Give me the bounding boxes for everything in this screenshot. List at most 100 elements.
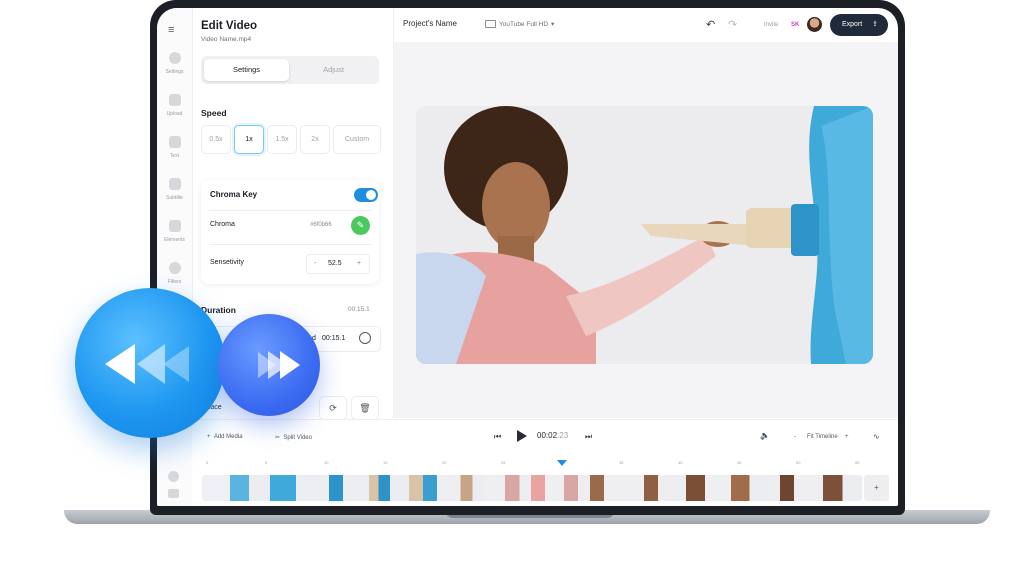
filter-icon [168, 262, 181, 274]
rail-item-subtitle[interactable]: Subtitle [157, 178, 192, 201]
format-label: YouTube Full HD [499, 21, 549, 28]
clip-thumbnail [766, 475, 813, 501]
sensitivity-stepper[interactable]: - 52.5 + [306, 254, 370, 274]
redo-icon[interactable]: ↷ [728, 18, 737, 31]
delete-button[interactable]: 🗑 [351, 396, 379, 420]
rail-label: Subtitle [166, 195, 183, 201]
video-frame-image [416, 106, 873, 364]
chevron-down-icon: ▾ [551, 21, 555, 28]
clip-thumbnail [484, 475, 531, 501]
gear-icon [168, 52, 181, 64]
speed-option-1-5x[interactable]: 1.5x [267, 125, 297, 154]
image-icon [168, 94, 181, 106]
speed-label: Speed [201, 108, 227, 118]
fast-forward-icon[interactable]: ⏭ [585, 432, 592, 442]
tick-label: 10 [324, 460, 329, 465]
undo-icon[interactable]: ↶ [706, 18, 715, 31]
sensitivity-value: 52.5 [328, 260, 342, 267]
tick-label: 20 [442, 460, 447, 465]
panel-title: Edit Video [201, 20, 258, 32]
clip-thumbnail [343, 475, 390, 501]
stopwatch-icon[interactable] [359, 332, 371, 344]
tab-adjust[interactable]: Adjust [291, 59, 376, 81]
duration-total: 00:15.1 [348, 306, 370, 313]
text-icon [168, 136, 181, 148]
speed-option-1x[interactable]: 1x [234, 125, 264, 154]
avatar[interactable] [807, 17, 822, 32]
upload-icon: ⇪ [872, 21, 878, 28]
user-initials[interactable]: SK [791, 22, 799, 28]
stepper-plus[interactable]: + [357, 255, 361, 273]
scissors-icon: ✂ [275, 435, 281, 441]
rail-item-text[interactable]: Text [157, 136, 192, 159]
sensitivity-label: Sensetivity [210, 259, 244, 266]
chroma-key-title: Chroma Key [210, 190, 258, 199]
fit-timeline-label[interactable]: Fit Timeline [807, 434, 838, 440]
clip-strip[interactable] [202, 475, 862, 501]
rail-label: Text [169, 153, 180, 159]
rewind-button[interactable] [75, 288, 225, 438]
rail-item-filters[interactable]: Filters [157, 262, 192, 285]
volume-icon[interactable]: 🔈 [760, 431, 770, 440]
help-icon[interactable] [168, 471, 179, 482]
invite-link[interactable]: Invite [764, 22, 778, 28]
rewind-icon [105, 344, 189, 384]
fast-forward-button[interactable] [218, 314, 320, 416]
shapes-icon [168, 220, 181, 232]
refresh-button[interactable]: ⟳ [319, 396, 347, 420]
tick-label: 55 [855, 460, 860, 465]
app-screen: ≡ Settings Upload Text Subtitle Elements… [157, 8, 898, 506]
speed-option-0-5x[interactable]: 0.5x [201, 125, 231, 154]
waveform-icon[interactable]: ∿ [873, 432, 880, 441]
stepper-minus[interactable]: - [314, 255, 316, 273]
rail-item-settings[interactable]: Settings [157, 52, 192, 75]
clip-thumbnail [719, 475, 766, 501]
clip-thumbnail [390, 475, 437, 501]
current-time: 00:02:23 [537, 431, 568, 440]
speed-option-custom[interactable]: Custom [333, 125, 381, 154]
tab-settings[interactable]: Settings [204, 59, 289, 81]
split-video-label: Split Video [283, 435, 312, 441]
clip-thumbnail [625, 475, 672, 501]
monitor-icon [485, 20, 496, 29]
project-name[interactable]: Project's Name [403, 19, 457, 28]
add-clip-button[interactable]: + [864, 475, 889, 501]
export-button[interactable]: Export ⇪ [830, 14, 888, 36]
play-button[interactable] [517, 430, 527, 442]
tick-label: 5 [265, 460, 268, 465]
tick-label: 0 [206, 460, 209, 465]
divider [209, 210, 371, 211]
split-video-button[interactable]: ✂ Split Video [275, 434, 312, 441]
zoom-in-button[interactable]: + [845, 434, 849, 440]
video-filename: Video Name.mp4 [201, 36, 252, 43]
zoom-out-button[interactable]: - [794, 434, 796, 440]
chroma-key-toggle[interactable] [354, 188, 378, 202]
rail-item-elements[interactable]: Elements [157, 220, 192, 243]
video-preview[interactable] [416, 106, 873, 364]
export-label: Export [842, 21, 863, 28]
rail-label: Settings [165, 69, 184, 75]
playhead[interactable] [557, 460, 567, 466]
rail-label: Elements [164, 237, 185, 243]
rewind-icon[interactable]: ⏮ [494, 432, 501, 442]
time-current: 00:02 [537, 431, 558, 440]
eyedropper-button[interactable]: ✎ [351, 216, 370, 235]
rail-item-upload[interactable]: Upload [157, 94, 192, 117]
time-frames: :23 [557, 431, 569, 440]
speed-option-2x[interactable]: 2x [300, 125, 330, 154]
tick-label: 40 [678, 460, 683, 465]
rail-label: Upload [166, 111, 183, 117]
clip-thumbnail [813, 475, 862, 501]
format-selector[interactable]: YouTube Full HD ▾ [485, 20, 555, 29]
clip-thumbnail [202, 475, 249, 501]
tick-label: 15 [383, 460, 388, 465]
tick-label: 45 [737, 460, 742, 465]
tick-label: 50 [796, 460, 801, 465]
clip-thumbnail [249, 475, 296, 501]
menu-icon[interactable]: ≡ [168, 24, 174, 36]
keyboard-icon[interactable] [168, 489, 179, 498]
clip-thumbnail [578, 475, 625, 501]
tick-label: 25 [501, 460, 506, 465]
divider [209, 244, 371, 245]
chroma-label: Chroma [210, 221, 235, 228]
